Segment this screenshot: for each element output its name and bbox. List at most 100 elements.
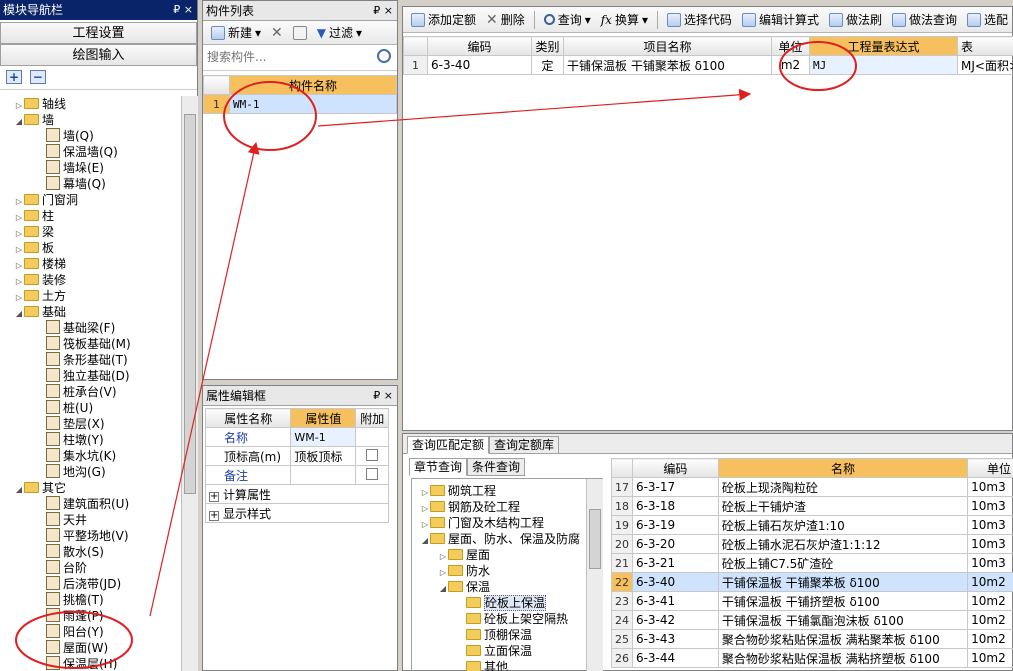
tree-leaf-item[interactable]: 挑檐(T) (46, 592, 104, 608)
filter-button[interactable]: ▼ 过滤 ▾ (313, 23, 366, 43)
result-code-cell[interactable]: 6-3-18 (631, 496, 719, 516)
chapter-tree-item[interactable]: ◢ 保温 (438, 579, 490, 595)
tree-leaf-item[interactable]: 屋面(W) (46, 640, 108, 656)
tree-folder-item[interactable]: ◢ 其它 (14, 480, 66, 496)
edit-formula-button[interactable]: 编辑计算式 (738, 10, 823, 30)
tree-leaf-item[interactable]: 独立基础(D) (46, 368, 130, 384)
collapse-triangle-icon[interactable]: ◢ (438, 581, 448, 597)
query-button[interactable]: 查询 ▾ (540, 10, 595, 30)
expand-plus-icon[interactable]: + (209, 510, 219, 521)
result-unit-cell[interactable]: 10m3 (967, 477, 1013, 497)
result-code-cell[interactable]: 6-3-19 (631, 515, 719, 535)
result-code-cell[interactable]: 6-3-17 (631, 477, 719, 497)
table-row[interactable]: 22 6-3-40 干铺保温板 干铺聚苯板 δ100 10m2 (611, 572, 1013, 592)
engineering-settings-button[interactable]: 工程设置 (0, 22, 197, 44)
select-match-button[interactable]: 选配 (963, 10, 1012, 30)
chapter-tree-item[interactable]: 立面保温 (466, 643, 532, 659)
collapse-all-icon[interactable]: − (29, 70, 46, 84)
table-row[interactable]: 24 6-3-42 干铺保温板 干铺氯酯泡沫板 δ100 10m2 (611, 610, 1013, 630)
tree-leaf-item[interactable]: 天井 (46, 512, 87, 528)
result-code-cell[interactable]: 6-3-40 (631, 572, 719, 592)
quota-code-cell[interactable]: 6-3-40 (427, 55, 532, 75)
tree-folder-item[interactable]: ◢ 墙 (14, 112, 54, 128)
table-row[interactable]: 25 6-3-43 聚合物砂浆粘贴保温板 满粘聚苯板 δ100 10m2 (611, 629, 1013, 649)
property-group-row[interactable]: + 显示样式 (205, 503, 389, 523)
table-row[interactable]: 18 6-3-18 砼板上干铺炉渣 10m3 (611, 496, 1013, 516)
result-unit-cell[interactable]: 10m2 (967, 629, 1013, 649)
tree-leaf-item[interactable]: 基础梁(F) (46, 320, 115, 336)
table-row[interactable]: 名称 WM-1 (204, 427, 389, 447)
result-unit-cell[interactable]: 10m3 (967, 496, 1013, 516)
result-name-cell[interactable]: 干铺保温板 干铺氯酯泡沫板 δ100 (717, 610, 969, 630)
tree-folder-item[interactable]: ▷ 装修 (14, 272, 66, 288)
tree-leaf-item[interactable]: 幕墙(Q) (46, 176, 106, 192)
quota-kind-cell[interactable]: 定 (531, 55, 564, 75)
tab-chapter-query[interactable]: 章节查询 (409, 458, 468, 476)
collapse-triangle-icon[interactable]: ◢ (14, 114, 24, 130)
copy-icon[interactable] (289, 23, 311, 43)
delete-component-button[interactable]: ✕ (267, 23, 287, 43)
new-component-button[interactable]: 新建 ▾ (207, 23, 265, 43)
select-code-button[interactable]: 选择代码 (663, 10, 736, 30)
tree-leaf-item[interactable]: 柱墩(Y) (46, 432, 104, 448)
extra-checkbox[interactable] (366, 467, 379, 480)
result-name-cell[interactable]: 砼板上铺水泥石灰炉渣1:1:12 (717, 534, 969, 554)
result-unit-cell[interactable]: 10m2 (967, 591, 1013, 611)
result-code-cell[interactable]: 6-3-43 (631, 629, 719, 649)
result-name-cell[interactable]: 砼板上铺石灰炉渣1:10 (717, 515, 969, 535)
result-name-cell[interactable]: 聚合物砂浆粘贴保温板 满粘挤塑板 δ100 (717, 648, 969, 668)
table-row[interactable]: 顶标高(m) 顶板顶标 (204, 446, 389, 466)
table-row[interactable]: 备注 (204, 465, 389, 485)
component-search-input[interactable] (203, 45, 363, 69)
result-code-cell[interactable]: 6-3-44 (631, 648, 719, 668)
result-code-cell[interactable]: 6-3-41 (631, 591, 719, 611)
tree-leaf-item[interactable]: 墙(Q) (46, 128, 94, 144)
tree-leaf-item[interactable]: 保温墙(Q) (46, 144, 118, 160)
delete-button[interactable]: ✕ 删除 (482, 10, 529, 30)
result-name-cell[interactable]: 干铺保温板 干铺挤塑板 δ100 (717, 591, 969, 611)
table-row[interactable]: 17 6-3-17 砼板上现浇陶粒砼 10m3 (611, 477, 1013, 497)
tree-leaf-item[interactable]: 筏板基础(M) (46, 336, 131, 352)
result-name-cell[interactable]: 砼板上铺C7.5矿渣砼 (717, 553, 969, 573)
tree-leaf-item[interactable]: 台阶 (46, 560, 87, 576)
result-code-cell[interactable]: 6-3-42 (631, 610, 719, 630)
table-row[interactable]: 1 6-3-40 定 干铺保温板 干铺聚苯板 δ100 m2 MJ MJ<面积> (403, 55, 1013, 75)
chapter-tree-item[interactable]: ◢ 屋面、防水、保温及防腐 (420, 531, 580, 547)
nav-tree-scrollbar[interactable] (181, 96, 198, 671)
chapter-tree-item[interactable]: ▷ 钢筋及砼工程 (420, 499, 520, 515)
tree-leaf-item[interactable]: 雨蓬(P) (46, 608, 104, 624)
tree-leaf-item[interactable]: 桩(U) (46, 400, 93, 416)
tree-leaf-item[interactable]: 墙垛(E) (46, 160, 104, 176)
tab-quota-library[interactable]: 查询定额库 (489, 436, 560, 454)
method-brush-button[interactable]: 做法刷 (825, 10, 886, 30)
expand-plus-icon[interactable]: + (209, 491, 219, 502)
tree-leaf-item[interactable]: 地沟(G) (46, 464, 106, 480)
chapter-tree-item[interactable]: 其他 (466, 659, 508, 671)
tree-folder-item[interactable]: ▷ 柱 (14, 208, 54, 224)
tree-leaf-item[interactable]: 垫层(X) (46, 416, 105, 432)
tree-leaf-item[interactable]: 保温层(H) (46, 656, 117, 671)
tree-folder-item[interactable]: ▷ 梁 (14, 224, 54, 240)
tree-folder-item[interactable]: ▷ 楼梯 (14, 256, 66, 272)
chapter-tree-item[interactable]: 砼板上架空隔热 (466, 611, 568, 627)
add-quota-button[interactable]: 添加定额 (407, 10, 480, 30)
tree-leaf-item[interactable]: 散水(S) (46, 544, 104, 560)
tree-leaf-item[interactable]: 建筑面积(U) (46, 496, 129, 512)
quota-name-cell[interactable]: 干铺保温板 干铺聚苯板 δ100 (563, 55, 772, 75)
result-code-cell[interactable]: 6-3-21 (631, 553, 719, 573)
pin-close-icon[interactable]: ₽ × (373, 386, 393, 406)
result-unit-cell[interactable]: 10m2 (967, 610, 1013, 630)
property-value-cell[interactable]: WM-1 (290, 427, 357, 447)
tree-folder-item[interactable]: ▷ 板 (14, 240, 54, 256)
result-name-cell[interactable]: 砼板上现浇陶粒砼 (717, 477, 969, 497)
tree-folder-item[interactable]: ▷ 土方 (14, 288, 66, 304)
result-unit-cell[interactable]: 10m3 (967, 515, 1013, 535)
tree-leaf-item[interactable]: 条形基础(T) (46, 352, 128, 368)
pin-close-icon[interactable]: ₽ × (173, 0, 193, 20)
tree-folder-item[interactable]: ◢ 基础 (14, 304, 66, 320)
result-unit-cell[interactable]: 10m2 (967, 572, 1013, 592)
table-row[interactable]: 26 6-3-44 聚合物砂浆粘贴保温板 满粘挤塑板 δ100 10m2 (611, 648, 1013, 668)
chapter-tree-scrollbar[interactable] (586, 479, 603, 671)
property-group-row[interactable]: + 计算属性 (205, 484, 389, 504)
result-code-cell[interactable]: 6-3-20 (631, 534, 719, 554)
